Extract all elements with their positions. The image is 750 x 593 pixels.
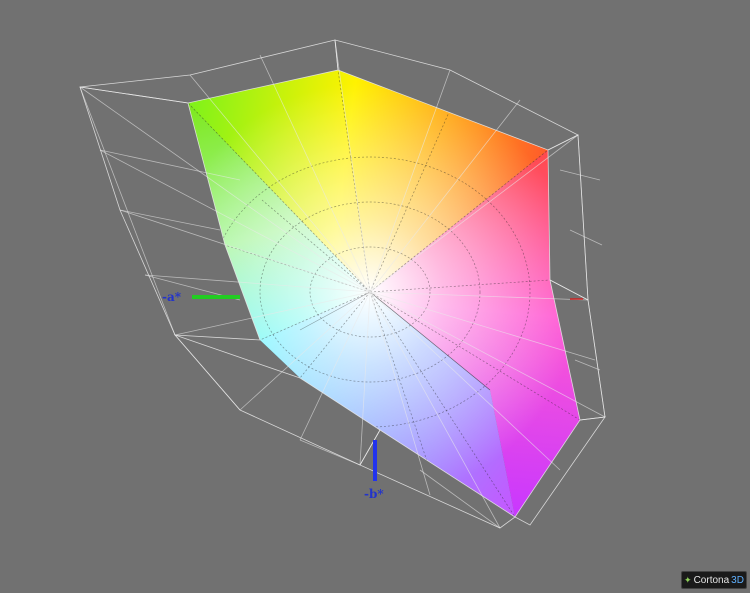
axis-label-neg-a: -a* (162, 290, 182, 304)
cortona-star-icon: ✦ (684, 574, 692, 585)
logo-accent-text: 3D (731, 574, 744, 586)
axis-label-neg-b: -b* (364, 487, 384, 501)
cortona3d-logo: ✦ Cortona 3D (681, 571, 747, 589)
gamut-solid (188, 70, 580, 517)
gamut-white-core (188, 70, 580, 517)
gamut-3d-viewport[interactable] (0, 0, 750, 593)
logo-text: Cortona (693, 574, 730, 586)
